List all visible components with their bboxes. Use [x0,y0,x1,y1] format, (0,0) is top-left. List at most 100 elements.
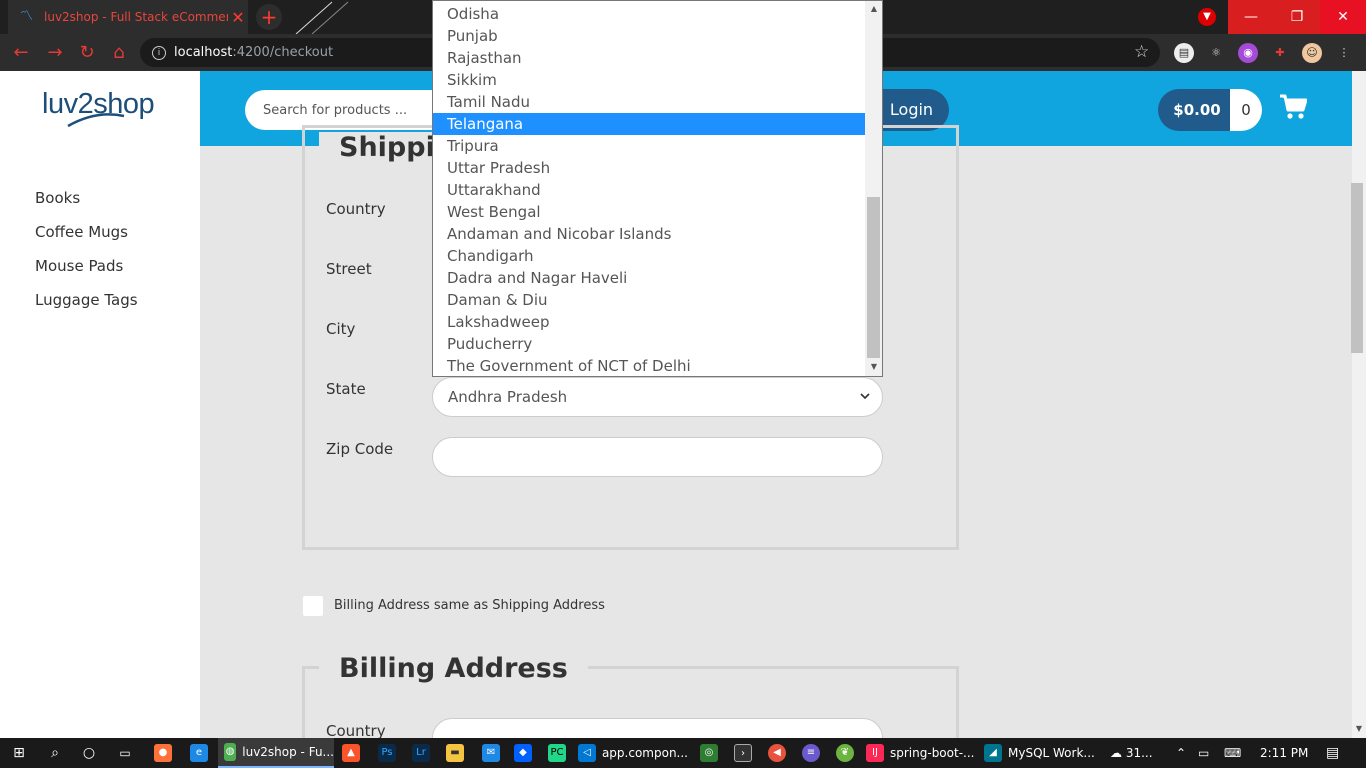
dropdown-option[interactable]: Tamil Nadu [433,91,865,113]
photoshop-icon[interactable]: Ps [378,738,396,768]
state-selected-value: Andhra Pradesh [448,388,568,406]
task-view-icon[interactable]: ▭ [116,738,134,768]
sidebar-item-coffee-mugs[interactable]: Coffee Mugs [35,223,128,241]
dropdown-option[interactable]: Telangana [433,113,865,135]
bookmark-star-icon[interactable]: ☆ [1134,42,1149,62]
app-disc-icon[interactable]: ≡ [802,738,820,768]
taskbar-vscode-label: app.compon... [601,746,688,760]
extension-purple-icon[interactable]: ◉ [1238,43,1258,63]
brave-icon[interactable]: ▲ [342,738,360,768]
sidebar-item-books[interactable]: Books [35,189,80,207]
weather-temp: 31... [1125,746,1153,760]
page-scrollbar[interactable] [1352,71,1366,738]
notifications-icon[interactable]: ▤ [1326,738,1339,768]
taskbar-mysql-button[interactable]: ◢ MySQL Work... [984,738,1096,768]
dropdown-option[interactable]: Odisha [433,3,865,25]
terminal-icon[interactable]: › [734,738,752,768]
dropdown-option[interactable]: The Government of NCT of Delhi [433,355,865,376]
state-dropdown-list[interactable]: Odisha Punjab Rajasthan Sikkim Tamil Nadu Tel… [432,0,883,377]
url-host: localhost [174,45,233,60]
weather-widget[interactable]: ☁ 31... [1110,738,1153,768]
page-scroll-down-icon[interactable]: ▼ [1352,722,1366,736]
site-favicon-icon: 〽 [20,9,34,24]
lightroom-icon[interactable]: Lr [412,738,430,768]
dropdown-option[interactable]: Uttar Pradesh [433,157,865,179]
dropdown-option[interactable]: Punjab [433,25,865,47]
home-icon[interactable]: ⌂ [108,42,130,64]
spring-icon[interactable]: ❦ [836,738,854,768]
dropdown-option[interactable]: Lakshadweep [433,311,865,333]
sidebar-item-mouse-pads[interactable]: Mouse Pads [35,257,123,275]
dropdown-option[interactable]: Dadra and Nagar Haveli [433,267,865,289]
taskbar-intellij-label: spring-boot-... [890,746,975,760]
dropdown-option[interactable]: Andaman and Nicobar Islands [433,223,865,245]
shipping-zip-label: Zip Code [326,440,394,458]
tray-chevron-up-icon[interactable]: ⌃ [1176,738,1186,768]
clock[interactable]: 2:11 PM [1260,738,1308,768]
sidebar-item-luggage-tags[interactable]: Luggage Tags [35,291,138,309]
new-tab-button[interactable]: + [256,4,282,30]
taskbar-intellij-button[interactable]: IJ spring-boot-... [866,738,978,768]
shopping-cart-icon[interactable] [1279,94,1307,120]
pycharm-icon[interactable]: PC [548,738,566,768]
shipping-state-label: State [326,380,366,398]
shipping-street-label: Street [326,260,372,278]
vscode-icon: ◁ [578,744,596,762]
dropdown-scroll-up-icon[interactable]: ▲ [867,2,881,16]
dropdown-option[interactable]: Tripura [433,135,865,157]
dropdown-scrollbar-thumb[interactable] [867,197,880,358]
browser-menu-icon[interactable]: ⋮ [1334,43,1354,63]
profile-avatar[interactable]: ☺ [1302,43,1322,63]
billing-same-as-shipping-checkbox[interactable] [303,596,323,616]
dropdown-option[interactable]: Daman & Diu [433,289,865,311]
forward-arrow-icon[interactable]: → [44,42,66,64]
logo-swoosh-icon [67,113,125,128]
mail-icon[interactable]: ✉ [482,738,500,768]
site-info-icon[interactable]: i [152,45,166,60]
windows-taskbar: ⊞ ⌕ ○ ▭ ● e ◍ luv2shop - Fu... ▲ Ps Lr ▬… [0,738,1366,768]
cart-total: $0.00 [1158,89,1230,131]
extension-docs-icon[interactable]: ▤ [1174,43,1194,63]
browser-tab[interactable]: 〽 luv2shop - Full Stack eCommerce ✕ [8,0,248,34]
dropdown-option[interactable]: Rajasthan [433,47,865,69]
profile-badge-icon[interactable]: ▼ [1198,8,1216,26]
chrome-icon: ◍ [224,743,237,761]
firefox-icon[interactable]: ● [154,738,172,768]
shipping-zip-input[interactable] [432,437,883,477]
taskbar-vscode-button[interactable]: ◁ app.compon... [578,738,688,768]
postman-icon[interactable]: ◀ [768,738,786,768]
shipping-country-label: Country [326,200,386,218]
cortana-icon[interactable]: ○ [80,738,98,768]
keyboard-icon[interactable]: ⌨ [1224,738,1241,768]
taskbar-chrome-button[interactable]: ◍ luv2shop - Fu... [218,738,334,768]
search-icon[interactable]: ⌕ [46,738,64,768]
mysql-workbench-icon: ◢ [984,744,1002,762]
dropdown-option[interactable]: West Bengal [433,201,865,223]
shipping-state-select[interactable]: Andhra Pradesh [432,377,883,417]
minimize-button[interactable]: — [1228,0,1274,34]
dropdown-option[interactable]: Chandigarh [433,245,865,267]
extension-react-icon[interactable]: ⚛ [1206,43,1226,63]
maximize-button[interactable]: ❐ [1274,0,1320,34]
edge-icon[interactable]: e [190,738,208,768]
dropbox-icon[interactable]: ◆ [514,738,532,768]
reload-icon[interactable]: ↻ [76,42,98,64]
dropdown-option[interactable]: Puducherry [433,333,865,355]
window-close-button[interactable]: ✕ [1320,0,1366,34]
tab-strip-decoration [295,1,349,34]
billing-address-legend: Billing Address [319,653,588,684]
page-scrollbar-thumb[interactable] [1351,183,1363,353]
windows-start-icon[interactable]: ⊞ [10,738,28,768]
app-green-icon[interactable]: ◎ [700,738,718,768]
billing-same-as-shipping-label: Billing Address same as Shipping Address [334,598,605,613]
file-explorer-icon[interactable]: ▬ [446,738,464,768]
back-arrow-icon[interactable]: ← [10,42,32,64]
dropdown-scroll-down-icon[interactable]: ▼ [867,360,881,374]
dropdown-option[interactable]: Sikkim [433,69,865,91]
dropdown-option[interactable]: Uttarakhand [433,179,865,201]
tab-close-icon[interactable]: ✕ [228,8,248,27]
battery-icon[interactable]: ▭ [1198,738,1209,768]
extension-puzzle-icon[interactable]: ✚ [1270,43,1290,63]
cart-status[interactable]: $0.00 0 [1158,89,1262,131]
search-input[interactable] [245,90,445,130]
